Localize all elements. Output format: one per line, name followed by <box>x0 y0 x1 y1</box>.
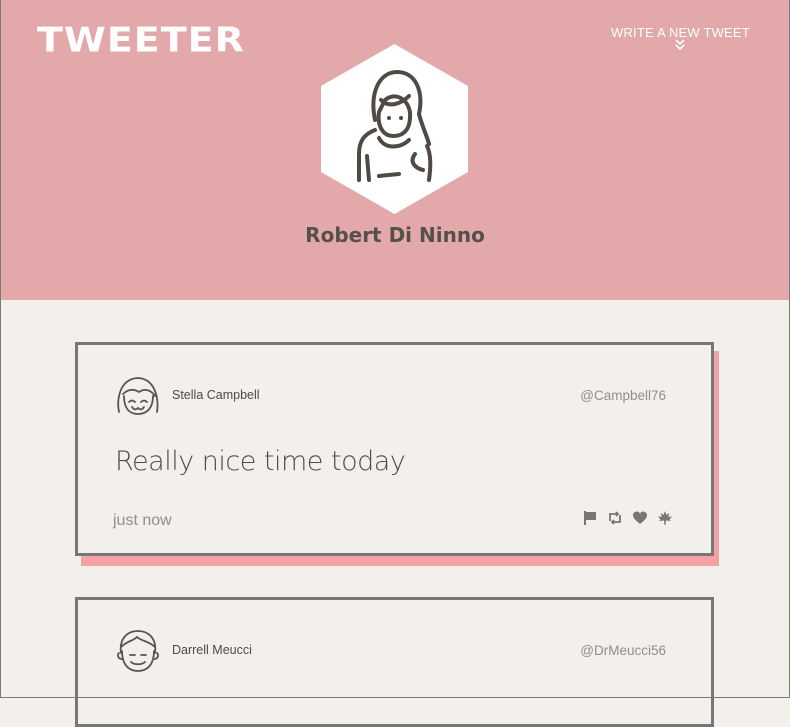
profile-name: Robert Di Ninno <box>305 223 485 247</box>
write-new-tweet-link[interactable]: WRITE A NEW TWEET <box>611 25 750 40</box>
tweet-timestamp: just now <box>113 512 172 529</box>
retweet-icon[interactable] <box>607 510 623 526</box>
double-chevron-down-icon[interactable] <box>674 39 686 51</box>
author-avatar-icon[interactable] <box>115 627 160 675</box>
tweet-author[interactable]: Stella Campbell <box>172 388 260 402</box>
leaf-icon[interactable] <box>657 510 673 526</box>
tweet-author[interactable]: Darrell Meucci <box>172 643 252 657</box>
tweet-card: Stella Campbell @Campbell76 Really nice … <box>75 342 714 556</box>
heart-icon[interactable] <box>632 510 648 526</box>
app-logo[interactable]: TWEETER <box>37 20 245 60</box>
tweet-content: Really nice time today <box>115 446 406 477</box>
flag-icon[interactable] <box>582 510 598 526</box>
tweet-card: Darrell Meucci @DrMeucci56 <box>75 597 714 727</box>
profile-header: TWEETER WRITE A NEW TWEET Robert Di Ninn… <box>0 0 790 300</box>
author-avatar-icon[interactable] <box>115 372 160 420</box>
tweet-handle[interactable]: @Campbell76 <box>580 388 666 403</box>
tweet-actions <box>582 510 673 526</box>
tweet-handle[interactable]: @DrMeucci56 <box>580 643 666 658</box>
profile-avatar <box>321 44 468 214</box>
